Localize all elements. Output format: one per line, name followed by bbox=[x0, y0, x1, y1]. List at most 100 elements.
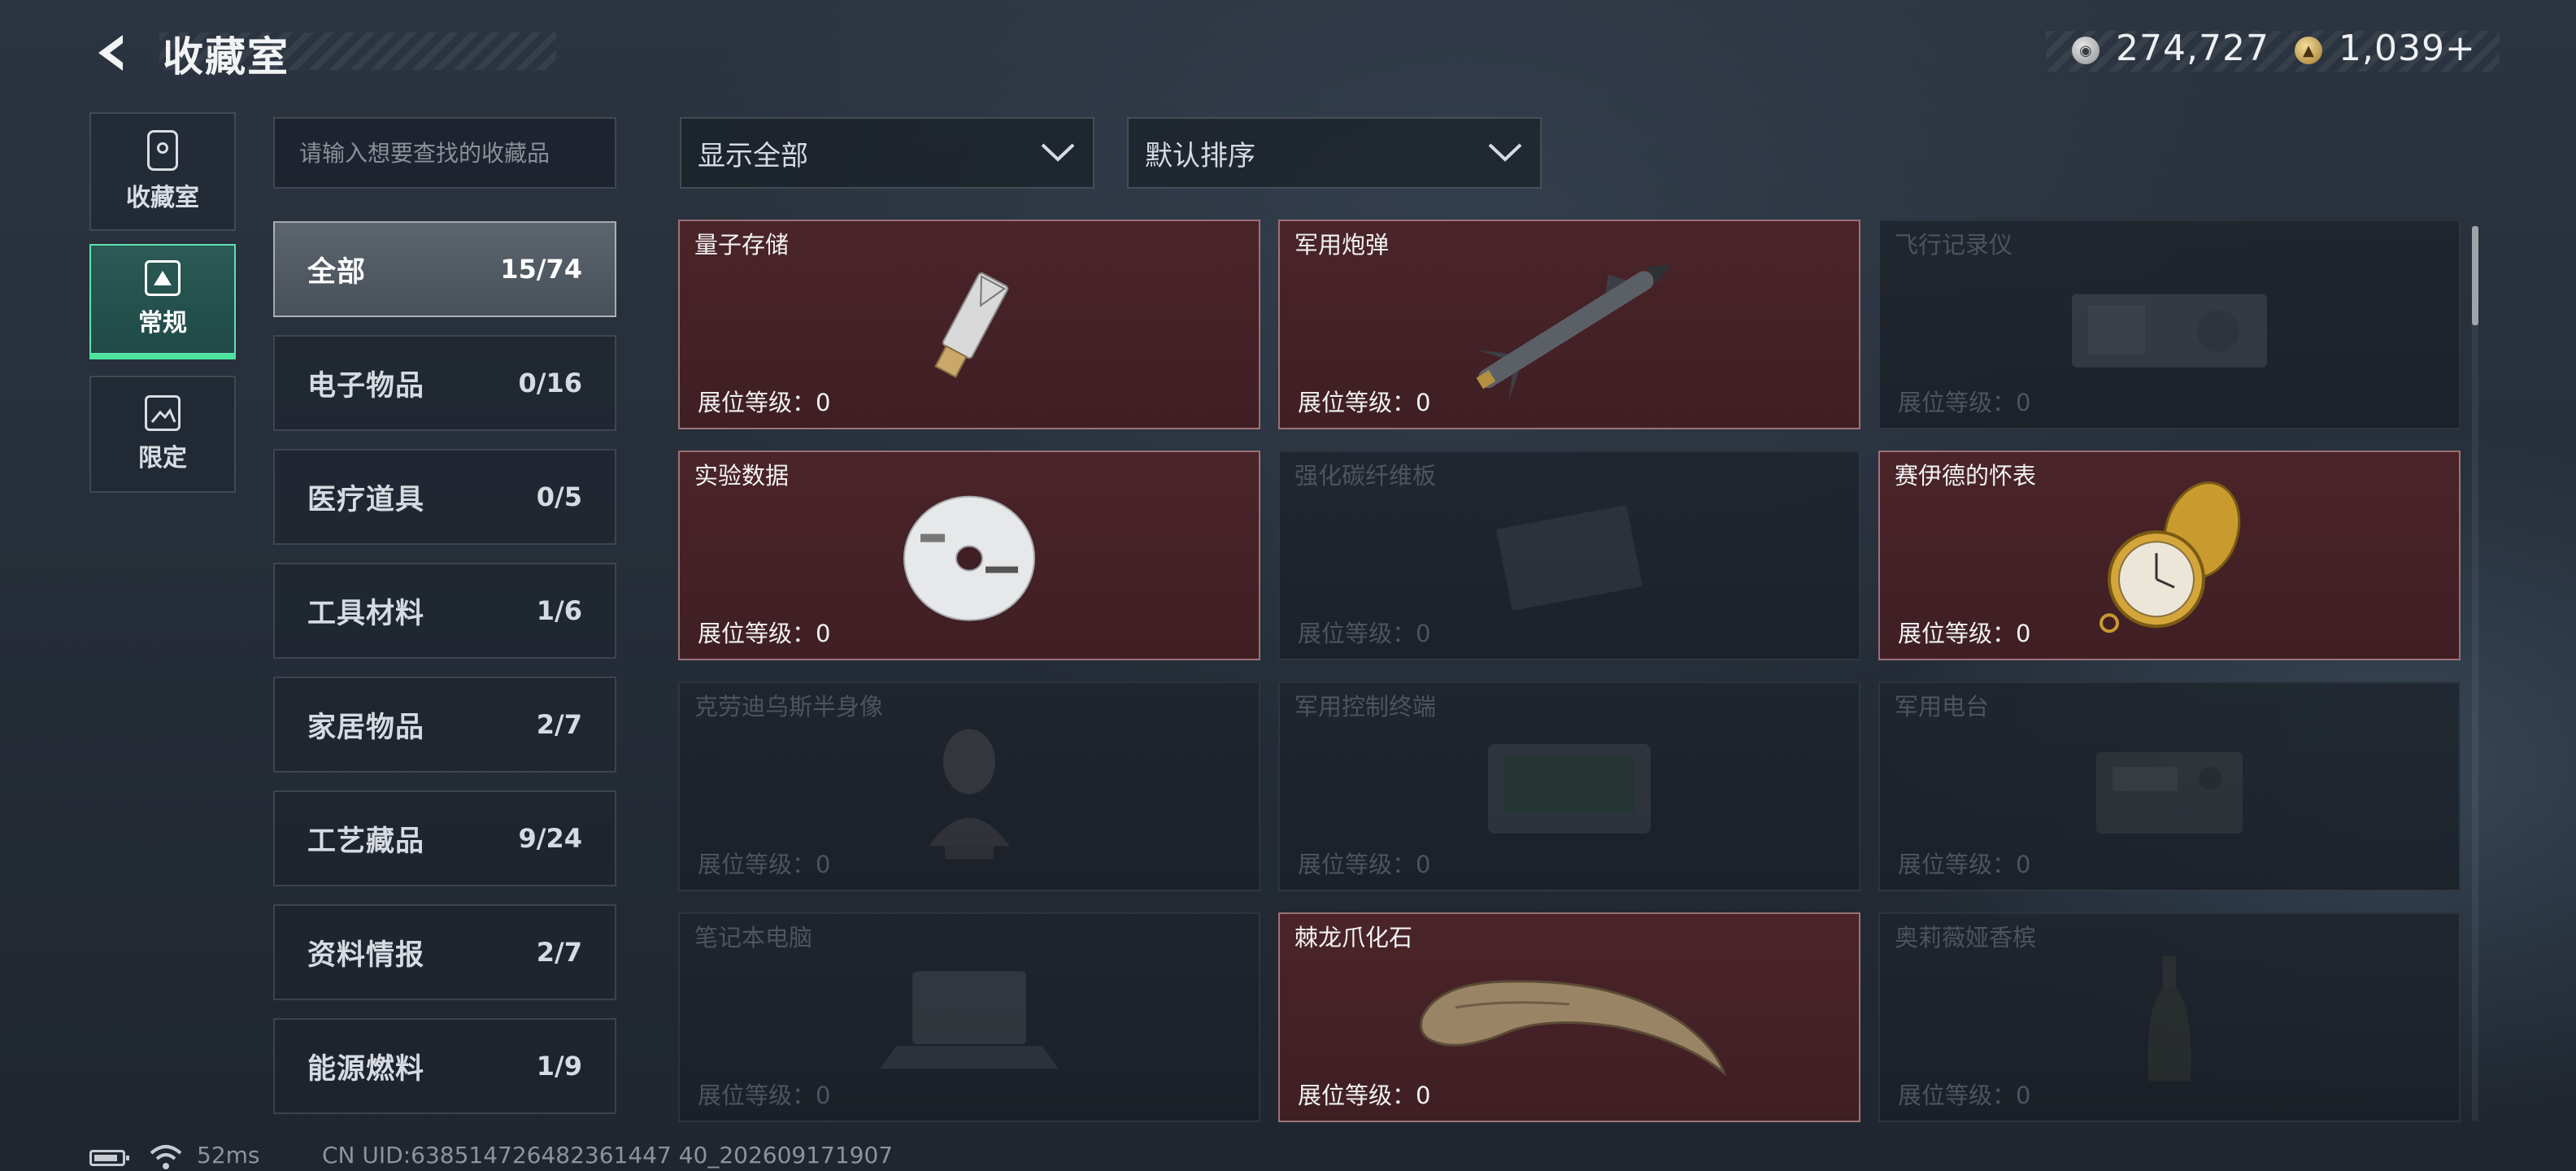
rail-tab-limited[interactable]: 限定 bbox=[89, 376, 236, 493]
back-arrow-icon bbox=[98, 35, 123, 71]
chevron-down-icon bbox=[1041, 143, 1075, 162]
item-level: 展位等级：0 bbox=[698, 1082, 831, 1109]
battery-icon bbox=[89, 1150, 129, 1166]
flight-recorder-icon bbox=[2072, 294, 2267, 368]
category-energy[interactable]: 能源燃料 1/9 bbox=[273, 1018, 616, 1114]
display-case-icon bbox=[147, 130, 178, 171]
category-count: 2/7 bbox=[536, 709, 582, 740]
category-crafts[interactable]: 工艺藏品 9/24 bbox=[273, 790, 616, 886]
radio-icon bbox=[2096, 752, 2243, 834]
category-intel[interactable]: 资料情报 2/7 bbox=[273, 904, 616, 1000]
item-level: 展位等级：0 bbox=[698, 620, 831, 647]
category-electronics[interactable]: 电子物品 0/16 bbox=[273, 335, 616, 431]
item-name: 军用炮弹 bbox=[1295, 231, 1390, 259]
rail-tab-label: 限定 bbox=[138, 444, 187, 472]
item-level: 展位等级：0 bbox=[1898, 1082, 2031, 1109]
item-card-olivia-champagne[interactable]: 奥莉薇娅香槟 展位等级：0 bbox=[1878, 912, 2461, 1122]
category-count: 0/5 bbox=[536, 481, 582, 512]
item-card-claudius-bust[interactable]: 克劳迪乌斯半身像 展位等级：0 bbox=[678, 681, 1260, 891]
rail-tab-regular[interactable]: 常规 bbox=[89, 244, 236, 359]
category-name: 能源燃料 bbox=[307, 1052, 425, 1086]
category-name: 医疗道具 bbox=[307, 483, 425, 516]
chevron-down-icon bbox=[1488, 143, 1522, 162]
missile-icon bbox=[1476, 264, 1670, 400]
pocket-watch-icon bbox=[2100, 481, 2241, 633]
item-level: 展位等级：0 bbox=[1298, 851, 1431, 878]
category-name: 工艺藏品 bbox=[307, 825, 425, 858]
item-name: 克劳迪乌斯半身像 bbox=[694, 693, 884, 720]
item-card-military-radio[interactable]: 军用电台 展位等级：0 bbox=[1878, 681, 2461, 891]
category-count: 2/7 bbox=[536, 937, 582, 968]
search-input[interactable] bbox=[275, 119, 615, 187]
filter-dropdown[interactable]: 显示全部 bbox=[680, 117, 1094, 189]
collection-grid[interactable]: 量子存储 展位等级：0 军用炮弹 展位等级：0 飞行记录仪 展位等级：0 实验数… bbox=[678, 220, 2461, 1122]
item-name: 实验数据 bbox=[694, 462, 790, 490]
category-medical[interactable]: 医疗道具 0/5 bbox=[273, 449, 616, 545]
category-tools[interactable]: 工具材料 1/6 bbox=[273, 563, 616, 659]
sort-dropdown-value: 默认排序 bbox=[1145, 139, 1255, 172]
user-uid: CN UID:638514726482361447 40_20260917190… bbox=[322, 1142, 894, 1169]
category-count: 0/16 bbox=[518, 368, 582, 398]
ping-latency: 52ms bbox=[197, 1142, 260, 1169]
category-count: 1/9 bbox=[536, 1051, 582, 1082]
category-count: 15/74 bbox=[500, 254, 582, 285]
category-household[interactable]: 家居物品 2/7 bbox=[273, 677, 616, 773]
item-name: 量子存储 bbox=[694, 231, 790, 259]
item-name: 军用控制终端 bbox=[1295, 693, 1437, 720]
category-count: 1/6 bbox=[536, 595, 582, 626]
bust-icon bbox=[929, 729, 1010, 860]
grid-scrollbar[interactable] bbox=[2472, 226, 2478, 1121]
rail-tab-collection-room[interactable]: 收藏室 bbox=[89, 112, 236, 231]
usb-drive-icon bbox=[934, 272, 1009, 378]
item-name: 棘龙爪化石 bbox=[1295, 924, 1413, 951]
category-all[interactable]: 全部 15/74 bbox=[273, 221, 616, 317]
category-name: 资料情报 bbox=[307, 938, 425, 972]
back-button[interactable] bbox=[88, 28, 138, 78]
carbon-plate-icon bbox=[1496, 505, 1643, 611]
rail-tab-label: 常规 bbox=[138, 309, 187, 337]
grid-scrollbar-thumb[interactable] bbox=[2472, 226, 2478, 325]
item-card-flight-recorder[interactable]: 飞行记录仪 展位等级：0 bbox=[1878, 220, 2461, 429]
item-level: 展位等级：0 bbox=[698, 851, 831, 878]
wifi-icon bbox=[150, 1145, 182, 1169]
category-count: 9/24 bbox=[518, 823, 582, 854]
item-name: 军用电台 bbox=[1895, 693, 1990, 720]
claw-fossil-icon bbox=[1420, 980, 1727, 1077]
item-level: 展位等级：0 bbox=[1898, 620, 2031, 647]
item-name: 奥莉薇娅香槟 bbox=[1895, 924, 2037, 951]
item-card-military-shell[interactable]: 军用炮弹 展位等级：0 bbox=[1278, 220, 1860, 429]
category-name: 工具材料 bbox=[307, 597, 425, 630]
search-field[interactable] bbox=[273, 117, 616, 189]
silver-currency-value: 274,727 bbox=[2116, 28, 2269, 69]
item-card-carbon-fiber-plate[interactable]: 强化碳纤维板 展位等级：0 bbox=[1278, 451, 1860, 660]
page-title: 收藏室 bbox=[163, 33, 289, 81]
item-card-military-control-terminal[interactable]: 军用控制终端 展位等级：0 bbox=[1278, 681, 1860, 891]
champagne-icon bbox=[2147, 956, 2191, 1082]
item-card-pocket-watch[interactable]: 赛伊德的怀表 展位等级：0 bbox=[1878, 451, 2461, 660]
rail-tab-label: 收藏室 bbox=[126, 184, 199, 212]
item-level: 展位等级：0 bbox=[698, 389, 831, 416]
filter-dropdown-value: 显示全部 bbox=[698, 139, 808, 172]
laptop-icon bbox=[880, 971, 1059, 1069]
category-name: 全部 bbox=[307, 255, 367, 289]
item-name: 强化碳纤维板 bbox=[1295, 462, 1437, 490]
sort-dropdown[interactable]: 默认排序 bbox=[1127, 117, 1542, 189]
item-name: 赛伊德的怀表 bbox=[1895, 462, 2037, 490]
gold-coin-icon: ▲ bbox=[2295, 37, 2322, 64]
control-terminal-icon bbox=[1488, 744, 1651, 834]
collection-card-icon bbox=[145, 260, 181, 296]
item-name: 飞行记录仪 bbox=[1895, 231, 2013, 259]
limited-image-icon bbox=[145, 395, 181, 431]
item-card-quantum-storage[interactable]: 量子存储 展位等级：0 bbox=[678, 220, 1260, 429]
gold-currency-value[interactable]: 1,039+ bbox=[2339, 28, 2476, 69]
item-level: 展位等级：0 bbox=[1298, 1082, 1431, 1109]
item-level: 展位等级：0 bbox=[1898, 851, 2031, 878]
item-level: 展位等级：0 bbox=[1898, 389, 2031, 416]
item-card-spinosaurus-claw-fossil[interactable]: 棘龙爪化石 展位等级：0 bbox=[1278, 912, 1860, 1122]
silver-coin-icon: ◉ bbox=[2072, 37, 2100, 64]
item-name: 笔记本电脑 bbox=[694, 924, 813, 951]
category-name: 电子物品 bbox=[307, 369, 425, 403]
item-card-laptop[interactable]: 笔记本电脑 展位等级：0 bbox=[678, 912, 1260, 1122]
category-name: 家居物品 bbox=[307, 711, 425, 744]
item-card-experiment-data[interactable]: 实验数据 展位等级：0 bbox=[678, 451, 1260, 660]
